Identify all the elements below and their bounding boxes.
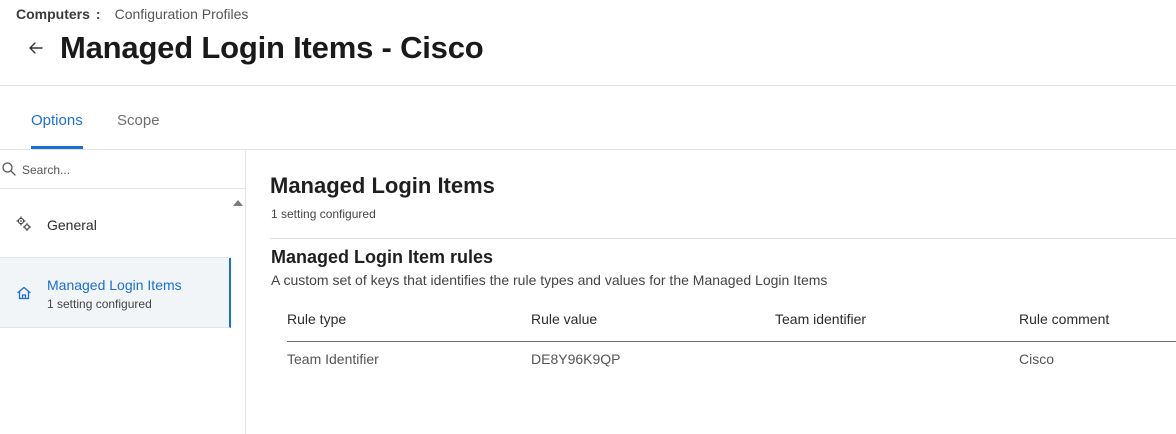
section-subtitle: 1 setting configured: [271, 207, 376, 221]
tab-scope[interactable]: Scope: [117, 112, 160, 129]
page: Computers : Configuration Profiles Manag…: [0, 0, 1176, 434]
column-header: Rule value: [531, 311, 598, 327]
sidebar: General Managed Login Items 1 setting co…: [0, 150, 246, 434]
arrow-left-icon: [29, 42, 43, 54]
column-header: Team identifier: [775, 311, 867, 327]
sidebar-search: [0, 150, 245, 189]
sidebar-item-managed-login-items[interactable]: Managed Login Items 1 setting configured: [0, 258, 231, 328]
page-title: Managed Login Items - Cisco: [60, 30, 484, 65]
rules-description: A custom set of keys that identifies the…: [271, 272, 828, 288]
column-header: Rule comment: [1019, 311, 1110, 327]
search-input[interactable]: [22, 158, 242, 182]
column-header: Rule type: [287, 311, 347, 327]
breadcrumb-current[interactable]: Configuration Profiles: [115, 6, 249, 22]
tab-options[interactable]: Options: [31, 112, 83, 129]
sidebar-item-sublabel: 1 setting configured: [47, 297, 152, 311]
scroll-up-arrow[interactable]: [233, 200, 243, 206]
table-header-divider: [287, 341, 1176, 342]
title-row: Managed Login Items - Cisco: [24, 28, 484, 68]
breadcrumb: Computers : Configuration Profiles: [16, 6, 248, 22]
tab-bar: Options Scope: [0, 86, 1176, 150]
section-divider: [270, 238, 1176, 239]
breadcrumb-separator: :: [95, 6, 101, 22]
rules-title: Managed Login Item rules: [271, 247, 494, 267]
sidebar-item-label: Managed Login Items: [47, 277, 182, 293]
table-cell: Team Identifier: [287, 351, 379, 367]
section-title: Managed Login Items: [270, 173, 495, 198]
sidebar-item-label: General: [47, 217, 97, 233]
home-icon: [17, 286, 31, 300]
table-cell: DE8Y96K9QP: [531, 351, 621, 367]
breadcrumb-root[interactable]: Computers: [16, 6, 90, 22]
search-icon: [2, 162, 16, 176]
gears-icon: [16, 216, 31, 231]
sidebar-item-general[interactable]: General: [0, 190, 231, 258]
table-cell: Cisco: [1019, 351, 1055, 367]
back-button[interactable]: [24, 36, 48, 60]
